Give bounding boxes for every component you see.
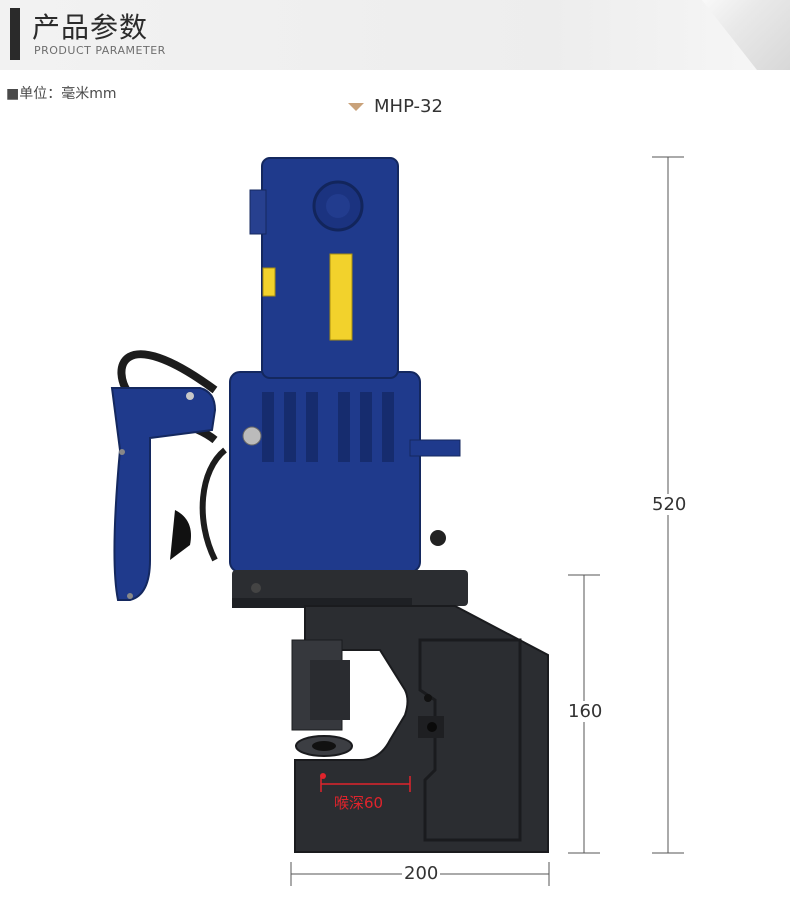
dimension-width-frame: 200 [402,863,441,884]
warning-label [329,253,353,341]
machine-illustration [110,156,684,886]
throat-depth-label: 喉深60 [334,794,384,812]
dimension-height-total: 520 [650,494,689,515]
trigger [170,510,191,560]
dimension-height-frame: 160 [566,701,605,722]
pistol-grip-handle [110,387,217,601]
